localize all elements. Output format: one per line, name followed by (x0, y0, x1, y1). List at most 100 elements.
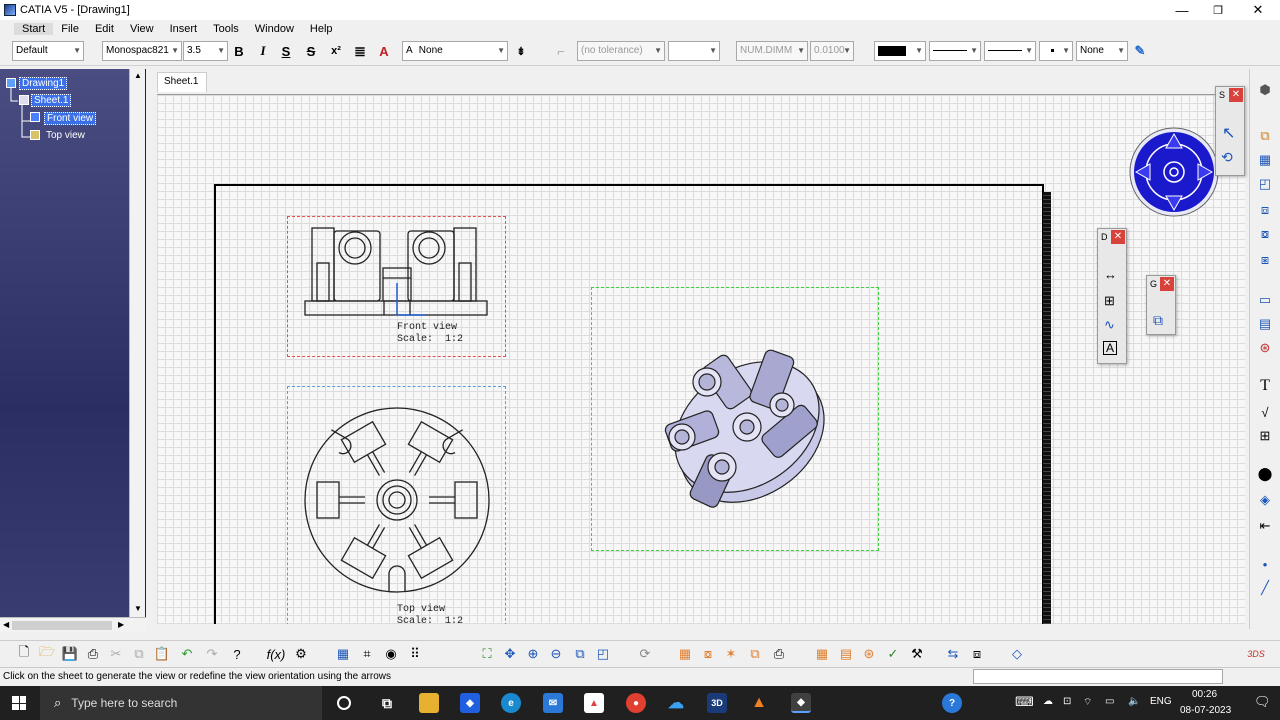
notifications-icon[interactable]: 🗨 (1254, 694, 1271, 710)
cloud-icon[interactable]: ☁ (1043, 696, 1053, 707)
style-select[interactable]: Default ▼ (12, 41, 84, 61)
print-area-icon[interactable]: ⎙ (770, 645, 788, 663)
line-icon[interactable]: ╱ (1256, 579, 1274, 597)
tools-icon[interactable]: ⚒ (908, 645, 926, 663)
new-file-icon[interactable]: 🗋 (15, 644, 33, 663)
restore-button[interactable]: ❐ (1200, 0, 1236, 20)
3d-app-icon[interactable]: 3D (707, 693, 727, 713)
eraser-icon[interactable]: ◇ (1008, 645, 1026, 663)
whats-this-icon[interactable]: ? (228, 645, 246, 663)
frame-select[interactable]: A None ▼ (402, 41, 508, 61)
volume-icon[interactable]: 🔈 (1128, 696, 1140, 707)
copy-icon[interactable]: ⧉ (130, 645, 148, 663)
close-icon[interactable]: ✕ (1160, 277, 1174, 291)
fill-icon[interactable]: ◈ (1256, 491, 1274, 509)
mail-icon[interactable]: ✉ (543, 693, 563, 713)
rotate-view-icon[interactable]: ⟲ (1221, 149, 1233, 166)
scroll-down-icon[interactable]: ▼ (134, 604, 142, 613)
zoom-area-icon[interactable]: ⧉ (571, 645, 589, 663)
pan-icon[interactable]: ✥ (501, 645, 519, 663)
tree-node-top-view[interactable]: Top view (44, 130, 87, 143)
formula-icon[interactable]: f(x) (267, 645, 286, 663)
print-icon[interactable]: ⎙ (84, 645, 102, 663)
analysis-icon[interactable]: ⠿ (406, 645, 424, 663)
floating-panel-d[interactable]: D ✕ ↔ ⊞ ∿ A (1097, 228, 1127, 364)
menu-start[interactable]: Start (14, 22, 54, 35)
menu-file[interactable]: File (53, 23, 87, 35)
precision-select[interactable]: 0.0100 ▼ (810, 41, 854, 61)
language-indicator[interactable]: ENG (1150, 696, 1172, 707)
keyboard-icon[interactable]: ⌨ (1015, 694, 1034, 710)
point-type-select[interactable]: ▼ (1039, 41, 1073, 61)
fit-all-icon[interactable]: ⛶ (478, 645, 496, 663)
generate-dimension-icon[interactable]: ⊞ (1104, 293, 1115, 309)
task-view-icon[interactable]: ⧉ (377, 693, 397, 713)
section-view-icon[interactable]: ⧇ (1256, 225, 1274, 243)
sketch-icon[interactable]: ⧈ (968, 645, 986, 663)
spline-icon[interactable]: ⊛ (1256, 339, 1274, 357)
menu-help[interactable]: Help (302, 23, 341, 35)
view-creation-icon[interactable]: ◰ (1256, 175, 1274, 193)
update-icon[interactable]: ⟳ (636, 645, 654, 663)
align-icon[interactable]: ≣ (351, 42, 369, 60)
tree-vertical-scrollbar[interactable]: ▲ ▼ (129, 69, 145, 618)
geometry-icon[interactable]: ⧉ (1153, 312, 1163, 329)
scroll-right-icon[interactable]: ▶ (118, 620, 124, 629)
projection-view-icon[interactable]: ⧈ (1256, 201, 1274, 219)
dropbox-icon[interactable]: ◆ (460, 693, 480, 713)
tree-horizontal-scrollbar[interactable]: ◀ ▶ (0, 617, 146, 633)
tolerance-value-select[interactable]: ▼ (668, 41, 720, 61)
font-select[interactable]: Monospac821 ▼ (102, 41, 182, 61)
filter-icon[interactable]: ◉ (382, 645, 400, 663)
background-icon[interactable]: ⧉ (746, 645, 764, 663)
open-folder-icon[interactable]: 🗁 (38, 644, 56, 663)
color-select[interactable]: ▼ (874, 41, 926, 61)
vlc-icon[interactable]: ▲ (749, 693, 769, 713)
wifi-icon[interactable]: ⌔ (1083, 696, 1092, 709)
sheet-layout-icon[interactable]: ⬢ (1256, 81, 1274, 99)
snap-icon[interactable]: ⌗ (358, 645, 376, 663)
cut-icon[interactable]: ✂ (107, 645, 125, 663)
tree-node-drawing[interactable]: Drawing1 (19, 77, 68, 90)
sheet-format-icon[interactable]: ▦ (676, 645, 694, 663)
close-icon[interactable]: ✕ (1229, 88, 1243, 102)
device-icon[interactable]: ⊡ (1063, 696, 1071, 707)
redo-icon[interactable]: ↷ (203, 645, 221, 663)
swap-icon[interactable]: ⇆ (944, 645, 962, 663)
normal-view-icon[interactable]: ◰ (594, 645, 612, 663)
cortana-icon[interactable] (337, 696, 351, 710)
roughness-icon[interactable]: √ (1256, 403, 1274, 421)
scroll-thumb[interactable] (12, 621, 112, 630)
app-icon[interactable]: ▲ (584, 693, 604, 713)
minimize-button[interactable]: — (1164, 0, 1200, 20)
menu-tools[interactable]: Tools (205, 23, 247, 35)
strikethrough-button[interactable]: S (302, 42, 320, 60)
edge-icon[interactable]: e (501, 693, 521, 713)
close-icon[interactable]: ✕ (1111, 230, 1125, 244)
new-sheet-icon[interactable]: ⧉ (1256, 127, 1274, 145)
check-icon[interactable]: ✓ (884, 645, 902, 663)
close-button[interactable]: ✕ (1240, 0, 1276, 20)
superscript-button[interactable]: x² (327, 42, 345, 60)
grid-table-icon[interactable]: ⊞ (1256, 427, 1274, 445)
tolerance-icon[interactable]: ⌐ (552, 42, 570, 60)
tree-node-sheet[interactable]: Sheet.1 (31, 94, 72, 107)
dress-up-icon[interactable]: ⬤ (1256, 465, 1274, 483)
help-icon[interactable]: ? (942, 693, 962, 713)
paste-icon[interactable]: 📋 (153, 645, 171, 663)
linetype-select[interactable]: ▼ (929, 41, 981, 61)
command-input[interactable] (973, 669, 1223, 684)
floating-panel-s[interactable]: S ✕ ↖ ⟲ (1215, 86, 1245, 176)
grid-icon[interactable]: ▦ (334, 645, 352, 663)
title-block-icon[interactable]: ✶ (722, 645, 740, 663)
menu-view[interactable]: View (122, 23, 162, 35)
onedrive-icon[interactable]: ☁ (666, 693, 686, 713)
point-icon[interactable]: • (1256, 555, 1274, 573)
tolerance-select[interactable]: (no tolerance) ▼ (577, 41, 665, 61)
table-grid-icon[interactable]: ▦ (813, 645, 831, 663)
text-icon[interactable]: T (1256, 377, 1274, 395)
scroll-up-icon[interactable]: ▲ (134, 71, 142, 80)
windows-start-icon[interactable] (12, 696, 26, 710)
scroll-left-icon[interactable]: ◀ (3, 620, 9, 629)
drawing-canvas[interactable]: Front view Scale: 1:2 Top view Scale: 1:… (157, 94, 1245, 624)
